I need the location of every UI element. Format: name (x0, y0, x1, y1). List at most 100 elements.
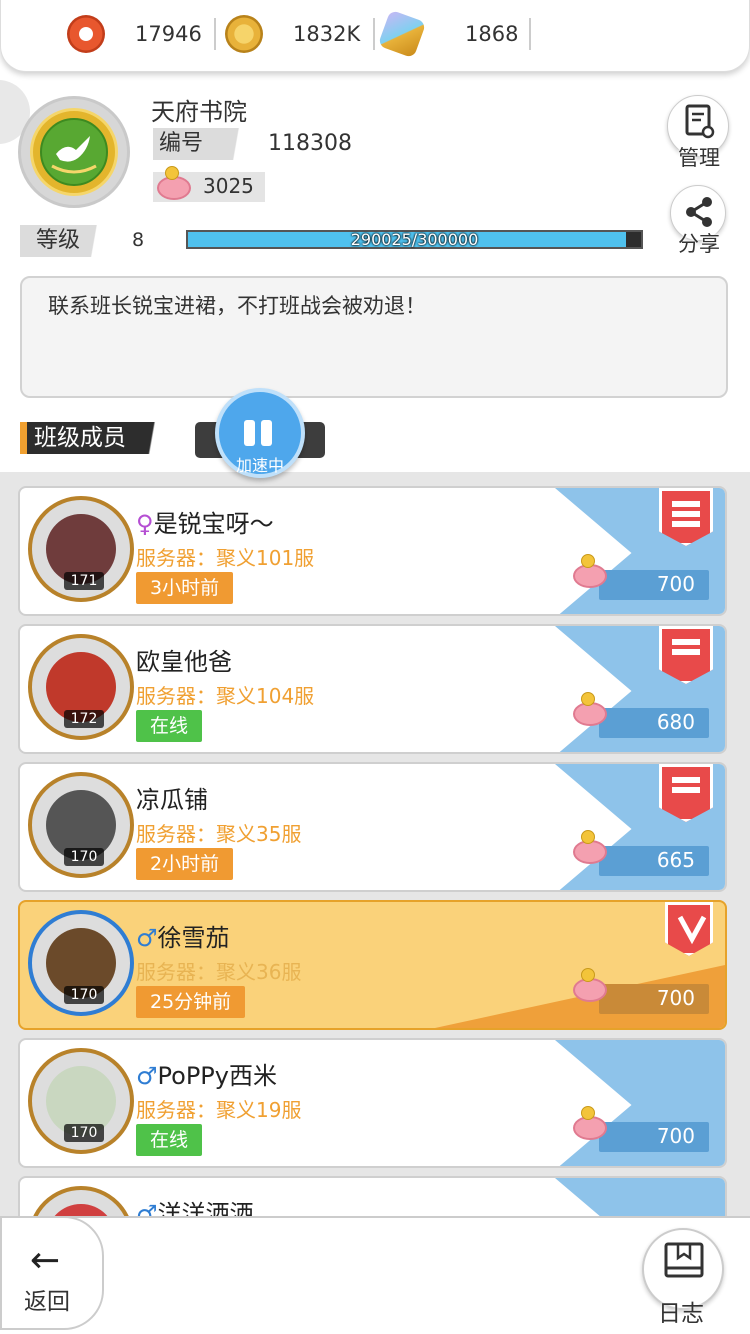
member-status: 在线 (136, 1124, 203, 1156)
guild-funds: 3025 (153, 166, 265, 202)
members-header: 班级成员 (20, 422, 170, 454)
piggy-bank-icon (569, 554, 611, 588)
piggy-bank-icon (153, 166, 195, 200)
member-card[interactable]: 170 ♂徐雪茄服务器：聚义36服 25分钟前 700 (18, 900, 727, 1030)
gold-coin-icon (225, 15, 263, 53)
member-name[interactable]: ♀是锐宝呀～ (136, 504, 274, 539)
member-card[interactable]: 170 凉瓜铺 服务器：聚义35服 2小时前 665 (18, 762, 727, 892)
piggy-bank-icon (569, 830, 611, 864)
guild-id: 118308 (268, 131, 352, 156)
divider (373, 18, 375, 50)
back-label: 返回 (24, 1289, 70, 1315)
member-name-text: 是锐宝呀～ (153, 510, 274, 538)
gender-icon: ♂ (136, 924, 158, 952)
member-name[interactable]: ♂徐雪茄 (136, 918, 230, 953)
ticket-icon (67, 15, 105, 53)
contribution-value: 700 (656, 986, 695, 1010)
member-server: 服务器：聚义104服 (136, 684, 315, 708)
contribution-value: 700 (656, 572, 695, 596)
contribution-value: 665 (656, 848, 695, 872)
member-name[interactable]: 凉瓜铺 (136, 780, 208, 815)
ticket-count: 17946 (135, 22, 202, 46)
member-status: 3小时前 (136, 572, 234, 604)
avatar[interactable]: 172 (28, 634, 134, 740)
guild-id-label: 编号 (153, 128, 261, 160)
pause-icon (244, 420, 276, 446)
dove-icon (51, 136, 97, 174)
manage-label: 管理 (678, 146, 720, 170)
guild-level: 8 (132, 229, 145, 251)
currency-gold[interactable]: 1832K (225, 14, 360, 54)
currency-crystal[interactable]: 1868 (377, 9, 518, 59)
guild-notice-text: 联系班长锐宝进裙，不打班战会被劝退！ (48, 294, 426, 318)
share-button[interactable]: 分享 (670, 185, 726, 256)
member-status: 2小时前 (136, 848, 234, 880)
member-status: 在线 (136, 710, 203, 742)
member-server: 服务器：聚义19服 (136, 1098, 302, 1122)
contribution-value: 680 (656, 710, 695, 734)
book-icon (664, 1242, 704, 1278)
member-name-text: PoPPy西米 (157, 1062, 277, 1090)
speed-status: 加速中 (235, 456, 284, 475)
member-contribution: 700 (573, 554, 709, 600)
avatar[interactable]: 171 (28, 496, 134, 602)
member-card[interactable]: 172 欧皇他爸服务器：聚义104服 在线 680 (18, 624, 727, 754)
member-name-text: 欧皇他爸 (136, 648, 232, 676)
member-card[interactable]: 170 ♂PoPPy西米服务器：聚义19服 在线 700 (18, 1038, 727, 1168)
member-card[interactable]: 171 ♀是锐宝呀～ 服务器：聚义101服 3小时前 700 (18, 486, 727, 616)
guild-screen: 17946 1832K 1868 天府书院 编号 118308 3025 等级 … (0, 0, 750, 1334)
currency-bar: 17946 1832K 1868 (0, 0, 750, 72)
member-contribution: 680 (573, 692, 709, 738)
member-level: 172 (64, 710, 104, 728)
member-level: 170 (64, 1124, 104, 1142)
back-arrow-icon: ← (30, 1240, 61, 1281)
avatar[interactable]: 170 (28, 772, 134, 878)
log-button[interactable]: 日志 (642, 1228, 724, 1327)
piggy-bank-icon (569, 968, 611, 1002)
gender-icon: ♂ (136, 1062, 158, 1090)
gender-icon: ♀ (136, 510, 154, 538)
member-status: 25分钟前 (136, 986, 246, 1018)
member-name-text: 徐雪茄 (157, 924, 230, 952)
contribution-value: 700 (656, 1124, 695, 1148)
guild-emblem (18, 96, 130, 208)
member-level: 171 (64, 572, 104, 590)
member-contribution: 700 (573, 1106, 709, 1152)
currency-ticket[interactable]: 17946 (67, 14, 202, 54)
share-icon (686, 197, 712, 227)
avatar[interactable]: 170 (28, 1048, 134, 1154)
member-name[interactable]: 欧皇他爸 (136, 642, 232, 677)
piggy-bank-icon (569, 692, 611, 726)
member-contribution: 665 (573, 830, 709, 876)
member-contribution: 700 (573, 968, 709, 1014)
member-server: 服务器：聚义36服 (136, 960, 302, 984)
avatar[interactable]: 170 (28, 910, 134, 1016)
level-label: 等级 (20, 225, 116, 257)
divider (529, 18, 531, 50)
divider (214, 18, 216, 50)
member-server: 服务器：聚义101服 (136, 546, 315, 570)
member-level: 170 (64, 848, 104, 866)
crystal-key-icon (377, 9, 427, 59)
crystal-count: 1868 (465, 22, 519, 46)
log-label: 日志 (658, 1301, 704, 1327)
bottom-bar (0, 1216, 750, 1334)
manage-icon (685, 104, 715, 139)
back-button[interactable]: ← 返回 (0, 1216, 104, 1330)
speed-up-button[interactable]: 加速中 (215, 388, 305, 478)
guild-funds-value: 3025 (203, 174, 254, 198)
guild-notice: 联系班长锐宝进裙，不打班战会被劝退！ (20, 276, 728, 398)
piggy-bank-icon (569, 1106, 611, 1140)
member-level: 170 (64, 986, 104, 1004)
manage-button[interactable]: 管理 (667, 95, 729, 170)
elite-badge-icon (665, 902, 713, 956)
member-name[interactable]: ♂PoPPy西米 (136, 1056, 277, 1091)
gold-count: 1832K (293, 22, 361, 46)
guild-id-label-text: 编号 (159, 131, 204, 156)
xp-progress-bar: 290025/300000 (186, 230, 643, 249)
guild-name: 天府书院 (151, 98, 247, 126)
share-label: 分享 (678, 232, 720, 256)
xp-progress-text: 290025/300000 (350, 230, 479, 249)
level-label-text: 等级 (36, 228, 81, 253)
member-name-text: 凉瓜铺 (136, 786, 208, 814)
